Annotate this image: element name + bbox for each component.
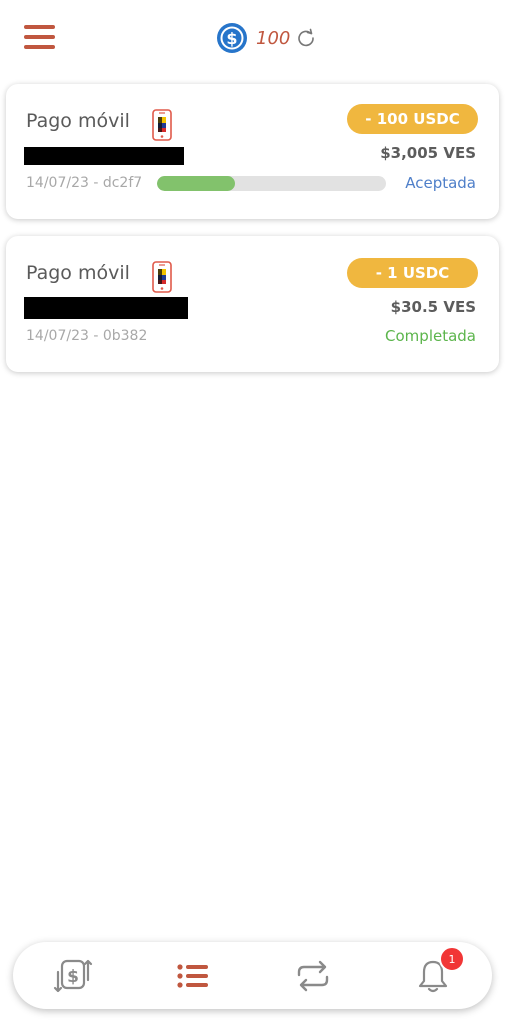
notification-count-badge: 1 — [439, 946, 465, 972]
app-header: $ 100 — [0, 0, 508, 76]
transaction-card[interactable]: Pago móvil - 100 USDC $3,005 VES 14/07/2… — [6, 84, 499, 219]
payment-method-label: Pago móvil — [26, 110, 130, 132]
redacted-recipient — [24, 297, 188, 319]
usdc-amount-badge: - 1 USDC — [347, 258, 478, 288]
ves-amount: $3,005 VES — [380, 144, 476, 162]
exchange-dollar-icon[interactable]: $ — [53, 956, 93, 996]
list-icon[interactable] — [173, 956, 213, 996]
payment-method-label: Pago móvil — [26, 262, 130, 284]
progress-bar — [157, 176, 386, 191]
mobile-payment-icon — [152, 261, 172, 293]
transaction-meta: 14/07/23 - 0b382 — [26, 328, 148, 344]
refresh-icon[interactable] — [296, 28, 316, 48]
transaction-card[interactable]: Pago móvil - 1 USDC $30.5 VES 14/07/23 -… — [6, 236, 499, 372]
bottom-navigation: $ 1 — [13, 942, 492, 1009]
usdc-amount-badge: - 100 USDC — [347, 104, 478, 134]
hamburger-menu-icon[interactable] — [24, 22, 56, 50]
progress-fill — [157, 176, 235, 191]
balance-amount: 100 — [256, 27, 291, 49]
usdc-coin-icon: $ — [217, 23, 247, 53]
mobile-payment-icon — [152, 109, 172, 141]
ves-amount: $30.5 VES — [390, 298, 476, 316]
transfer-arrows-icon[interactable] — [293, 956, 333, 996]
svg-text:$: $ — [67, 967, 79, 987]
transaction-meta: 14/07/23 - dc2f7 — [26, 175, 143, 191]
status-label: Aceptada — [405, 174, 476, 192]
balance-display: $ 100 — [216, 22, 316, 54]
redacted-recipient — [24, 147, 184, 165]
svg-text:$: $ — [226, 29, 237, 48]
status-label: Completada — [385, 327, 476, 345]
